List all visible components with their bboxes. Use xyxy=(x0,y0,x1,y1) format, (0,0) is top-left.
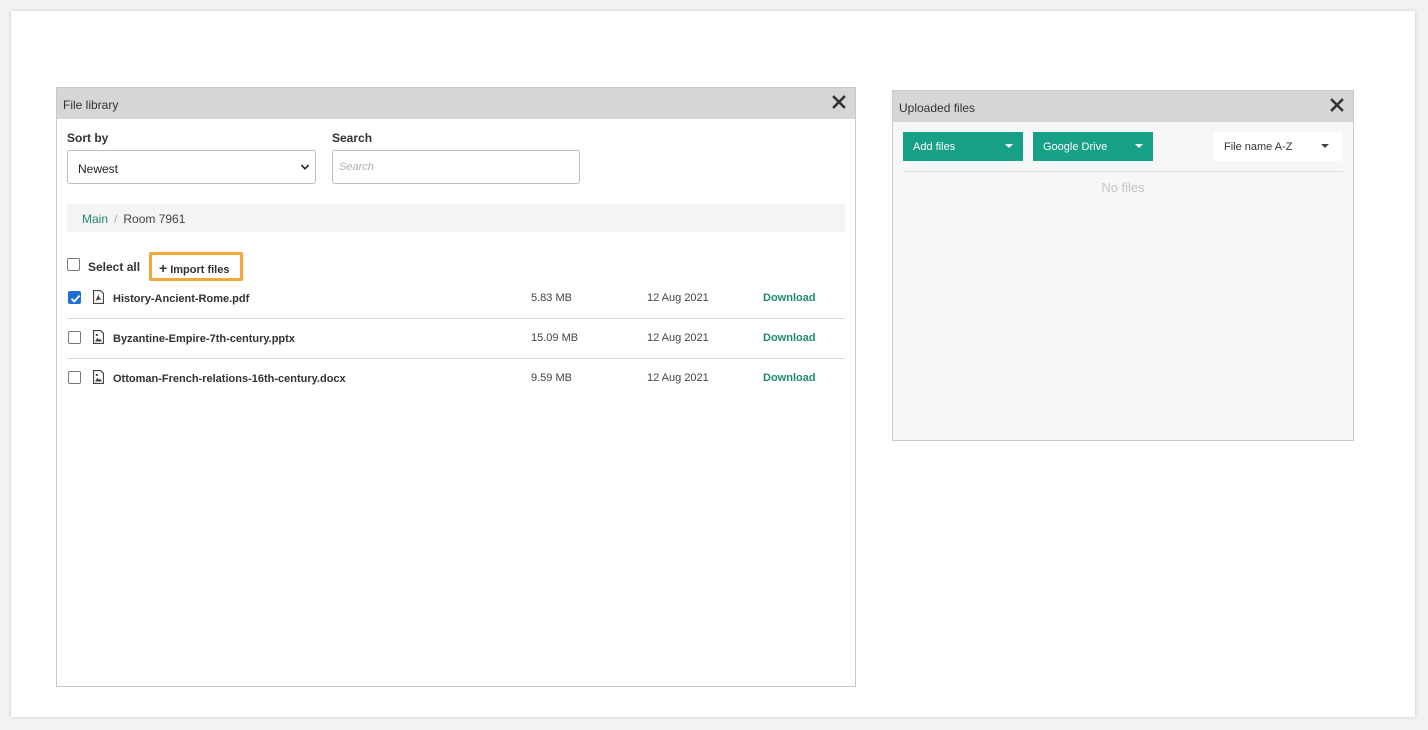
close-icon[interactable] xyxy=(831,94,847,110)
file-row: History-Ancient-Rome.pdf 5.83 MB 12 Aug … xyxy=(67,279,845,319)
import-files-label: Import files xyxy=(170,264,230,276)
select-all-checkbox[interactable] xyxy=(67,258,80,271)
uploaded-files-title: Uploaded files xyxy=(899,101,976,115)
empty-state-text: No files xyxy=(1101,180,1145,195)
file-size: 15.09 MB xyxy=(531,332,579,344)
sort-by-select[interactable]: Newest xyxy=(67,150,316,184)
file-row: Ottoman-French-relations-16th-century.do… xyxy=(67,359,845,399)
import-files-button[interactable]: + Import files xyxy=(149,252,243,281)
breadcrumb-main-link[interactable]: Main xyxy=(82,212,108,226)
search-label: Search xyxy=(332,131,373,145)
file-name[interactable]: History-Ancient-Rome.pdf xyxy=(113,293,249,305)
uploaded-files-header: Uploaded files xyxy=(893,91,1353,122)
download-link[interactable]: Download xyxy=(763,332,816,344)
uploaded-sort-dropdown[interactable]: File name A-Z xyxy=(1214,132,1342,161)
image-file-icon xyxy=(93,330,104,344)
breadcrumb: Main / Room 7961 xyxy=(67,204,845,232)
file-date: 12 Aug 2021 xyxy=(647,372,709,384)
chevron-down-icon xyxy=(300,164,310,170)
divider xyxy=(903,171,1343,172)
breadcrumb-separator: / xyxy=(114,212,118,226)
file-library-title: File library xyxy=(63,98,119,112)
caret-down-icon xyxy=(1135,144,1143,148)
uploaded-files-panel: Uploaded files Add files Google Drive Fi… xyxy=(892,90,1354,441)
file-checkbox[interactable] xyxy=(68,371,81,384)
google-drive-button[interactable]: Google Drive xyxy=(1033,132,1153,161)
file-row: Byzantine-Empire-7th-century.pptx 15.09 … xyxy=(67,319,845,359)
file-size: 5.83 MB xyxy=(531,292,572,304)
download-link[interactable]: Download xyxy=(763,372,816,384)
uploaded-sort-value: File name A-Z xyxy=(1224,141,1293,153)
search-input[interactable] xyxy=(332,150,580,184)
breadcrumb-current: Room 7961 xyxy=(123,212,186,226)
file-name[interactable]: Byzantine-Empire-7th-century.pptx xyxy=(113,333,295,345)
file-name[interactable]: Ottoman-French-relations-16th-century.do… xyxy=(113,373,346,385)
file-library-panel: File library Sort by Newest Search Main /… xyxy=(56,87,856,687)
google-drive-label: Google Drive xyxy=(1043,141,1108,153)
file-date: 12 Aug 2021 xyxy=(647,292,709,304)
file-checkbox[interactable] xyxy=(68,291,81,304)
caret-down-icon xyxy=(1005,144,1013,148)
caret-down-icon xyxy=(1321,144,1329,148)
file-library-header: File library xyxy=(57,88,855,119)
select-all-label[interactable]: Select all xyxy=(88,260,140,274)
file-date: 12 Aug 2021 xyxy=(647,332,709,344)
close-icon[interactable] xyxy=(1329,97,1345,113)
image-file-icon xyxy=(93,370,104,384)
file-size: 9.59 MB xyxy=(531,372,572,384)
download-link[interactable]: Download xyxy=(763,292,816,304)
sort-by-value: Newest xyxy=(78,162,119,176)
plus-icon: + xyxy=(159,260,168,276)
add-files-label: Add files xyxy=(913,141,956,153)
pdf-file-icon xyxy=(93,290,104,304)
file-checkbox[interactable] xyxy=(68,331,81,344)
add-files-button[interactable]: Add files xyxy=(903,132,1023,161)
checkmark-icon xyxy=(70,294,81,303)
sort-by-label: Sort by xyxy=(67,131,109,145)
